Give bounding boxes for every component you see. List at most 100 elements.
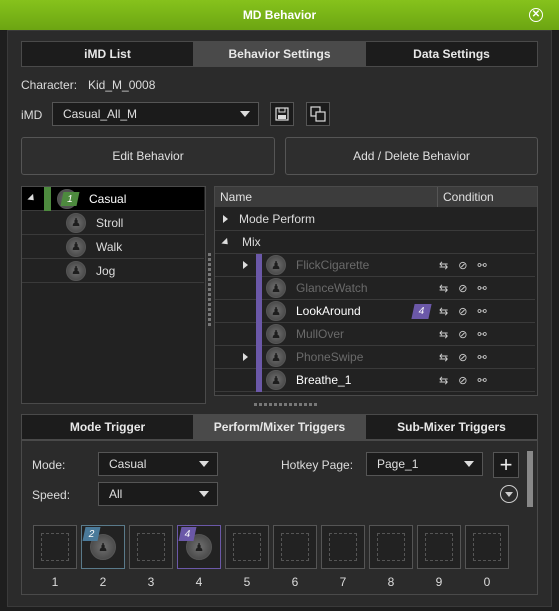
- hotkey-slot-0[interactable]: [465, 525, 509, 569]
- tab-data-settings[interactable]: Data Settings: [366, 42, 537, 66]
- edit-behavior-button[interactable]: Edit Behavior: [21, 137, 275, 175]
- hotkey-number: 0: [483, 575, 491, 589]
- expand-icon[interactable]: [223, 215, 228, 223]
- hotkey-number: 1: [51, 575, 59, 589]
- close-icon[interactable]: ✕: [529, 8, 543, 22]
- tree-item-breathe-1[interactable]: ♟ Breathe_1 ⇆ ⊘ ⚯: [215, 368, 535, 392]
- hotkey-slot-3[interactable]: [129, 525, 173, 569]
- tree-item-mullover[interactable]: ♟ MullOver ⇆ ⊘ ⚯: [215, 322, 535, 346]
- tab-perform-mixer-triggers[interactable]: Perform/Mixer Triggers: [194, 415, 366, 439]
- tree-item-glancewatch[interactable]: ♟ GlanceWatch ⇆ ⊘ ⚯: [215, 276, 535, 300]
- tab-mode-trigger[interactable]: Mode Trigger: [22, 415, 194, 439]
- chevron-down-icon: [199, 491, 209, 497]
- trigger-panel: Mode: Casual Speed: All Hotkey Page: Pag…: [21, 440, 538, 595]
- mode-select[interactable]: Casual: [98, 452, 218, 476]
- character-label: Character:: [21, 78, 78, 92]
- loop-icon[interactable]: ⇆: [439, 305, 448, 318]
- mode-item-label: Walk: [96, 239, 123, 254]
- hotkey-slot-6[interactable]: [273, 525, 317, 569]
- mode-item-stroll[interactable]: ♟ Stroll: [22, 211, 204, 235]
- hotkey-number: 3: [147, 575, 155, 589]
- tree-item-label: GlanceWatch: [296, 281, 368, 295]
- add-page-button[interactable]: +: [493, 452, 519, 478]
- hotkey-number: 8: [387, 575, 395, 589]
- hotkey-slot-2[interactable]: ♟ 2: [81, 525, 125, 569]
- link-icon[interactable]: ⚯: [477, 374, 486, 387]
- link-icon[interactable]: ⚯: [477, 259, 486, 272]
- tab-sub-mixer-triggers[interactable]: Sub-Mixer Triggers: [366, 415, 537, 439]
- hotkey-page-select[interactable]: Page_1: [366, 452, 483, 476]
- disable-icon[interactable]: ⊘: [458, 328, 467, 341]
- tree-group-mix[interactable]: Mix: [215, 231, 535, 254]
- horizontal-splitter[interactable]: [254, 403, 317, 406]
- hotkey-slot-1[interactable]: [33, 525, 77, 569]
- chevron-down-icon: [199, 461, 209, 467]
- imd-select[interactable]: Casual_All_M: [52, 102, 259, 126]
- tree-item-flickcigarette[interactable]: ♟ FlickCigarette ⇆ ⊘ ⚯: [215, 253, 535, 277]
- expand-icon[interactable]: [243, 261, 248, 269]
- mode-item-walk[interactable]: ♟ Walk: [22, 235, 204, 259]
- character-avatar-icon: ♟: [66, 236, 86, 257]
- collapse-icon[interactable]: [27, 193, 37, 204]
- character-avatar-icon: ♟: [266, 324, 286, 344]
- tree-group-mode-perform[interactable]: Mode Perform: [215, 208, 535, 231]
- hotkey-number: 2: [99, 575, 107, 589]
- speed-select[interactable]: All: [98, 482, 218, 506]
- condition-icons: ⇆ ⊘ ⚯: [439, 305, 487, 318]
- tree-item-label: LookAround: [296, 304, 361, 318]
- loop-icon[interactable]: ⇆: [439, 374, 448, 387]
- hotkey-slot-9[interactable]: [417, 525, 461, 569]
- mode-select-value: Casual: [109, 457, 147, 471]
- window-title: MD Behavior: [242, 8, 317, 22]
- item-color-bar: [256, 345, 262, 369]
- condition-icons: ⇆ ⊘ ⚯: [439, 328, 487, 341]
- tree-item-label: MullOver: [296, 327, 345, 341]
- mode-item-casual[interactable]: ♟ Casual 1: [22, 186, 204, 211]
- duplicate-icon[interactable]: [306, 102, 330, 126]
- disable-icon[interactable]: ⊘: [458, 259, 467, 272]
- hotkey-slot-4[interactable]: ♟ 4: [177, 525, 221, 569]
- tree-item-phoneswipe[interactable]: ♟ PhoneSwipe ⇆ ⊘ ⚯: [215, 345, 535, 369]
- item-color-bar: [256, 322, 262, 346]
- link-icon[interactable]: ⚯: [477, 351, 486, 364]
- hotkey-slot-8[interactable]: [369, 525, 413, 569]
- collapse-icon[interactable]: [221, 237, 231, 247]
- hotkey-slot-5[interactable]: [225, 525, 269, 569]
- expand-circle-icon[interactable]: [500, 485, 518, 503]
- vertical-splitter[interactable]: [208, 253, 211, 326]
- loop-icon[interactable]: ⇆: [439, 282, 448, 295]
- add-delete-behavior-button[interactable]: Add / Delete Behavior: [285, 137, 538, 175]
- link-icon[interactable]: ⚯: [477, 328, 486, 341]
- imd-label: iMD: [21, 108, 43, 122]
- tree-item-label: Breathe_1: [296, 373, 352, 387]
- hotkey-slot-7[interactable]: [321, 525, 365, 569]
- save-icon[interactable]: [270, 102, 294, 126]
- scrollbar-thumb[interactable]: [527, 451, 533, 507]
- expand-icon[interactable]: [243, 353, 248, 361]
- link-icon[interactable]: ⚯: [477, 282, 486, 295]
- loop-icon[interactable]: ⇆: [439, 351, 448, 364]
- tree-item-lookaround[interactable]: ♟ LookAround 4 ⇆ ⊘ ⚯: [215, 299, 535, 323]
- chevron-down-icon: [464, 461, 474, 467]
- hotkey-number: 9: [435, 575, 443, 589]
- column-header-name[interactable]: Name: [215, 187, 437, 207]
- column-header-condition[interactable]: Condition: [437, 187, 537, 207]
- loop-icon[interactable]: ⇆: [439, 259, 448, 272]
- speed-select-value: All: [109, 487, 123, 501]
- disable-icon[interactable]: ⊘: [458, 351, 467, 364]
- character-avatar-icon: ♟: [266, 255, 286, 275]
- item-color-bar: [256, 253, 262, 277]
- disable-icon[interactable]: ⊘: [458, 305, 467, 318]
- tree-item-label: FlickCigarette: [296, 258, 370, 272]
- item-color-bar: [256, 276, 262, 300]
- character-avatar-icon: ♟: [66, 260, 86, 281]
- disable-icon[interactable]: ⊘: [458, 282, 467, 295]
- bottom-tabs: Mode Trigger Perform/Mixer Triggers Sub-…: [21, 414, 538, 440]
- link-icon[interactable]: ⚯: [477, 305, 486, 318]
- loop-icon[interactable]: ⇆: [439, 328, 448, 341]
- mode-item-jog[interactable]: ♟ Jog: [22, 259, 204, 283]
- mode-label: Mode:: [32, 458, 66, 472]
- disable-icon[interactable]: ⊘: [458, 374, 467, 387]
- tab-imd-list[interactable]: iMD List: [22, 42, 194, 66]
- tab-behavior-settings[interactable]: Behavior Settings: [194, 42, 366, 66]
